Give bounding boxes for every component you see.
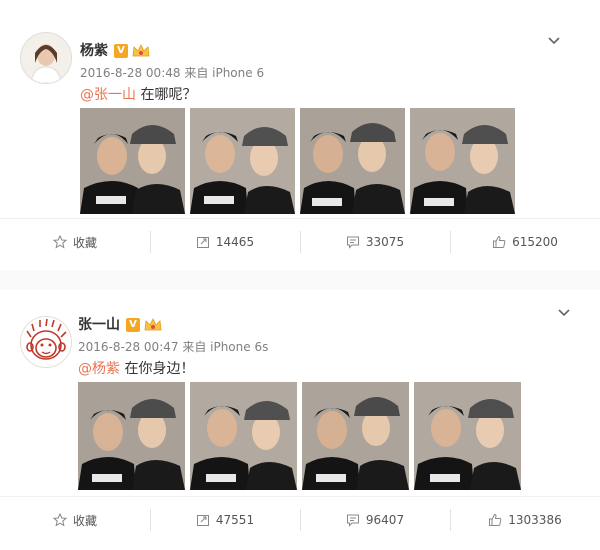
post-meta: 2016-8-28 00:47 来自 iPhone 6s: [78, 340, 269, 354]
favorite-button[interactable]: 收藏: [0, 509, 150, 531]
post-text-body: 在哪呢？: [136, 87, 197, 103]
repost-icon: [196, 515, 209, 526]
comment-count: 96407: [365, 513, 405, 527]
photo-thumbnail[interactable]: [300, 108, 405, 214]
author-name-text[interactable]: 杨紫: [80, 43, 108, 59]
comment-button[interactable]: 96407: [300, 509, 450, 531]
repost-count: 14465: [215, 235, 255, 249]
comment-button[interactable]: 33075: [300, 231, 450, 253]
photo-thumbnail[interactable]: [190, 108, 295, 214]
author-name[interactable]: 杨紫 V: [80, 40, 150, 60]
like-button[interactable]: 615200: [450, 231, 600, 253]
post-meta: 2016-8-28 00:48 来自 iPhone 6: [80, 66, 265, 80]
like-icon: [489, 513, 502, 526]
comment-icon: [346, 236, 359, 249]
photo-thumbnail[interactable]: [78, 382, 185, 490]
action-bar: 收藏 14465 33075 615200: [0, 226, 600, 258]
like-count: 1303386: [508, 513, 562, 527]
photo-grid: [78, 382, 521, 490]
mention-link[interactable]: @张一山: [80, 87, 136, 103]
favorite-label: 收藏: [72, 513, 97, 528]
post-text: @张一山 在哪呢？: [80, 84, 196, 104]
photo-thumbnail[interactable]: [80, 108, 185, 214]
vip-crown-icon: [132, 44, 150, 57]
verified-badge-icon: V: [126, 318, 140, 332]
photo-grid: [80, 108, 515, 214]
comment-count: 33075: [365, 235, 405, 249]
star-icon: [52, 513, 67, 527]
action-bar: 收藏 47551 96407 1303386: [0, 504, 600, 536]
repost-icon: [196, 237, 209, 248]
comment-icon: [346, 514, 359, 527]
photo-thumbnail[interactable]: [414, 382, 521, 490]
repost-count: 47551: [215, 513, 255, 527]
chevron-down-icon[interactable]: [546, 32, 562, 48]
avatar[interactable]: [20, 32, 72, 84]
like-count: 615200: [512, 235, 558, 249]
verified-badge-icon: V: [114, 44, 128, 58]
like-icon: [493, 235, 506, 248]
post-text-body: 在你身边！: [120, 361, 195, 377]
vip-crown-icon: [144, 318, 162, 331]
photo-thumbnail[interactable]: [302, 382, 409, 490]
favorite-button[interactable]: 收藏: [0, 231, 150, 253]
post-text: @杨紫 在你身边！: [78, 358, 194, 378]
divider: [0, 496, 600, 497]
photo-thumbnail[interactable]: [410, 108, 515, 214]
avatar[interactable]: [20, 316, 72, 368]
post-separator: [0, 270, 600, 290]
author-name-text[interactable]: 张一山: [78, 317, 120, 333]
star-icon: [52, 235, 67, 249]
like-button[interactable]: 1303386: [450, 509, 600, 531]
repost-button[interactable]: 47551: [150, 509, 300, 531]
photo-thumbnail[interactable]: [190, 382, 297, 490]
repost-button[interactable]: 14465: [150, 231, 300, 253]
divider: [0, 218, 600, 219]
favorite-label: 收藏: [72, 235, 97, 250]
chevron-down-icon[interactable]: [556, 304, 572, 320]
author-name[interactable]: 张一山 V: [78, 314, 162, 334]
mention-link[interactable]: @杨紫: [78, 361, 120, 377]
